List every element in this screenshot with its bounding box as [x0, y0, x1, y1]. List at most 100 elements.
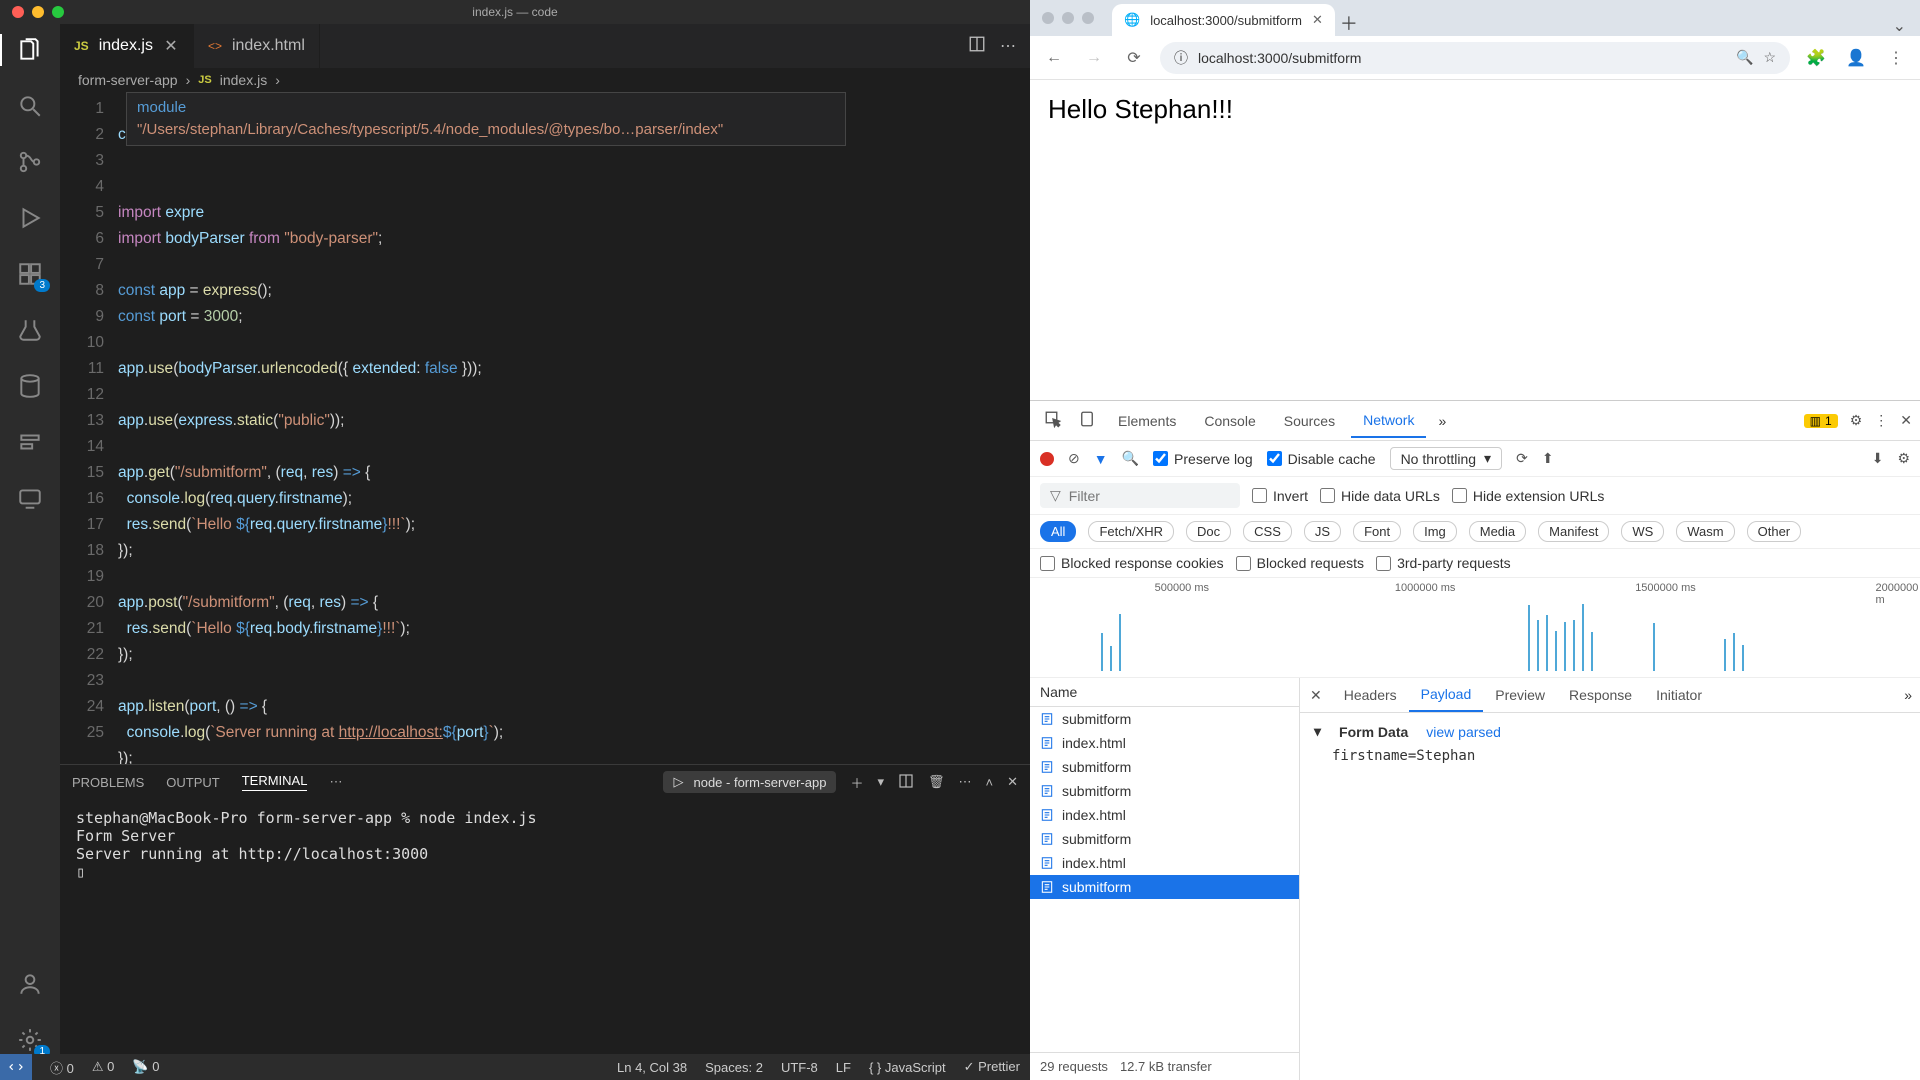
status-warnings[interactable]: ⚠ 0 [92, 1059, 115, 1075]
download-har-icon[interactable]: ⬇ [1872, 450, 1884, 467]
extensions-icon[interactable]: 3 [16, 260, 44, 288]
menu-icon[interactable]: ⋮ [1882, 44, 1910, 72]
request-row[interactable]: submitform [1030, 827, 1299, 851]
tab-console[interactable]: Console [1192, 405, 1267, 437]
more-icon[interactable]: ⋯ [1000, 36, 1016, 56]
panel-tab-terminal[interactable]: TERMINAL [242, 773, 308, 791]
remote-icon[interactable] [16, 484, 44, 512]
throttling-select[interactable]: No throttling ▾ [1390, 447, 1503, 470]
status-lang[interactable]: { } JavaScript [869, 1060, 946, 1075]
account-icon[interactable] [16, 970, 44, 998]
inspect-icon[interactable] [1038, 410, 1068, 431]
net-settings-icon[interactable]: ⚙ [1897, 450, 1910, 467]
search-icon[interactable]: 🔍 [1122, 450, 1139, 467]
detail-tab-response[interactable]: Response [1557, 679, 1644, 711]
status-cursor[interactable]: Ln 4, Col 38 [617, 1060, 687, 1075]
tab-elements[interactable]: Elements [1106, 405, 1188, 437]
disable-cache-checkbox[interactable]: Disable cache [1267, 451, 1376, 467]
issues-badge[interactable]: ▥ 1 [1804, 414, 1838, 428]
breadcrumb-folder[interactable]: form-server-app [78, 72, 178, 88]
split-editor-icon[interactable] [968, 35, 986, 58]
breadcrumb-file[interactable]: index.js [220, 72, 267, 88]
device-icon[interactable] [1072, 410, 1102, 431]
extensions-icon[interactable]: 🧩 [1802, 44, 1830, 72]
db-icon[interactable] [16, 372, 44, 400]
column-header-name[interactable]: Name [1030, 678, 1299, 707]
more-tabs-icon[interactable]: » [1430, 413, 1454, 429]
type-pill-img[interactable]: Img [1413, 521, 1457, 542]
close-icon[interactable]: ✕ [1900, 412, 1912, 429]
type-pill-all[interactable]: All [1040, 521, 1076, 542]
request-row[interactable]: submitform [1030, 755, 1299, 779]
detail-tab-initiator[interactable]: Initiator [1644, 679, 1714, 711]
type-pill-doc[interactable]: Doc [1186, 521, 1231, 542]
more-icon[interactable]: ⋯ [329, 774, 342, 790]
status-eol[interactable]: LF [836, 1060, 851, 1075]
request-row[interactable]: submitform [1030, 707, 1299, 731]
preserve-log-checkbox[interactable]: Preserve log [1153, 451, 1253, 467]
tab-index-js[interactable]: JS index.js ✕ [60, 24, 194, 68]
detail-tab-preview[interactable]: Preview [1483, 679, 1557, 711]
filter-toggle-icon[interactable]: ▼ [1094, 451, 1108, 467]
back-button[interactable]: ← [1040, 44, 1068, 72]
view-parsed-link[interactable]: view parsed [1426, 724, 1501, 740]
blocked-cookies-checkbox[interactable]: Blocked response cookies [1040, 555, 1224, 571]
reload-button[interactable]: ⟳ [1120, 44, 1148, 72]
close-icon[interactable]: ✕ [163, 36, 179, 56]
upload-har-icon[interactable]: ⬆ [1542, 450, 1554, 467]
type-pill-other[interactable]: Other [1747, 521, 1802, 542]
testing-icon[interactable] [16, 316, 44, 344]
more-tabs-icon[interactable]: » [1896, 687, 1920, 703]
trash-icon[interactable]: 🗑 [928, 774, 945, 790]
more-icon[interactable]: ⋯ [959, 774, 972, 790]
type-pill-media[interactable]: Media [1469, 521, 1526, 542]
search-icon[interactable] [16, 92, 44, 120]
request-row[interactable]: submitform [1030, 875, 1299, 899]
breadcrumbs[interactable]: form-server-app › JS index.js › [60, 68, 1030, 92]
type-pill-manifest[interactable]: Manifest [1538, 521, 1609, 542]
forward-button[interactable]: → [1080, 44, 1108, 72]
timeline-icon[interactable] [16, 428, 44, 456]
zoom-icon[interactable] [52, 6, 64, 18]
close-detail-icon[interactable]: ✕ [1300, 679, 1332, 712]
third-party-checkbox[interactable]: 3rd-party requests [1376, 555, 1511, 571]
detail-tab-headers[interactable]: Headers [1332, 679, 1409, 711]
chevron-down-icon[interactable]: ⌄ [1879, 16, 1920, 36]
status-ports[interactable]: 📡 0 [132, 1059, 159, 1075]
new-tab-button[interactable]: ＋ [1335, 10, 1363, 36]
scm-icon[interactable] [16, 148, 44, 176]
hide-data-urls-checkbox[interactable]: Hide data URLs [1320, 488, 1440, 504]
type-pill-wasm[interactable]: Wasm [1676, 521, 1734, 542]
browser-tab[interactable]: 🌐 localhost:3000/submitform ✕ [1112, 4, 1335, 36]
clear-icon[interactable]: ⊘ [1068, 450, 1080, 467]
code-lines[interactable]: console.log( module"/Users/stephan/Libra… [118, 92, 1030, 764]
terminal-body[interactable]: stephan@MacBook-Pro form-server-app % no… [60, 799, 1030, 1054]
panel-tab-output[interactable]: OUTPUT [166, 775, 219, 790]
type-pill-js[interactable]: JS [1304, 521, 1341, 542]
code-editor[interactable]: 1234567891011121314151617181920212223242… [60, 92, 1030, 764]
request-row[interactable]: index.html [1030, 731, 1299, 755]
type-pill-fetchxhr[interactable]: Fetch/XHR [1088, 521, 1174, 542]
hide-ext-urls-checkbox[interactable]: Hide extension URLs [1452, 488, 1605, 504]
waterfall-overview[interactable]: 500000 ms1000000 ms1500000 ms2000000 m [1030, 578, 1920, 678]
window-controls[interactable] [12, 6, 64, 18]
detail-tab-payload[interactable]: Payload [1409, 678, 1484, 712]
chevron-down-icon[interactable]: ▾ [877, 774, 884, 790]
site-info-icon[interactable]: ⓘ [1174, 48, 1188, 68]
new-terminal-icon[interactable]: ＋ [850, 773, 863, 792]
more-icon[interactable]: ⋮ [1874, 412, 1888, 429]
close-icon[interactable]: ✕ [1007, 774, 1018, 790]
tab-network[interactable]: Network [1351, 404, 1426, 438]
request-row[interactable]: submitform [1030, 779, 1299, 803]
network-conditions-icon[interactable]: ⟳ [1516, 450, 1528, 467]
gear-icon[interactable]: ⚙ [1850, 412, 1863, 429]
address-bar[interactable]: ⓘ localhost:3000/submitform 🔍 ☆ [1160, 42, 1790, 74]
panel-tab-problems[interactable]: PROBLEMS [72, 775, 144, 790]
debug-icon[interactable] [16, 204, 44, 232]
close-icon[interactable] [12, 6, 24, 18]
request-row[interactable]: index.html [1030, 851, 1299, 875]
invert-checkbox[interactable]: Invert [1252, 488, 1308, 504]
chevron-up-icon[interactable]: ˄ [986, 775, 994, 790]
explorer-icon[interactable] [16, 36, 44, 64]
status-encoding[interactable]: UTF-8 [781, 1060, 818, 1075]
